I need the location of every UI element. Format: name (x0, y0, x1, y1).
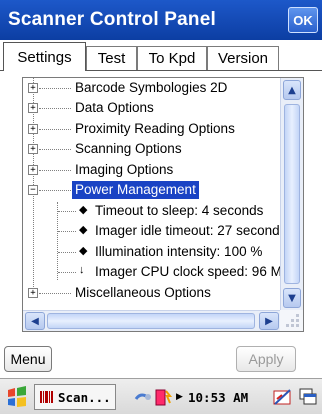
tab-to-kpd[interactable]: To Kpd (137, 46, 207, 70)
tree-item-label: Imager idle timeout: 27 seconds (95, 223, 281, 238)
tree-item-miscellaneous-options[interactable]: + Miscellaneous Options (23, 283, 281, 304)
tree-branch (39, 149, 71, 150)
tree-branch (58, 231, 76, 232)
tree-item-label: Imager CPU clock speed: 96 MHz (95, 264, 281, 279)
taskbar-app-button[interactable]: Scan... (34, 383, 116, 411)
expand-icon[interactable]: + (28, 144, 38, 154)
diamond-bullet-icon: ◆ (79, 245, 88, 257)
tree-item-scanning-options[interactable]: + Scanning Options (23, 139, 281, 160)
network-icon[interactable] (134, 383, 154, 411)
expand-icon[interactable]: + (28, 124, 38, 134)
tree-item-label: Imaging Options (75, 162, 174, 177)
horizontal-scroll-thumb[interactable] (47, 313, 255, 329)
apply-button[interactable]: Apply (236, 346, 296, 372)
scroll-right-icon[interactable]: ▶ (259, 312, 279, 330)
tree-child-timeout-to-sleep[interactable]: ◆ Timeout to sleep: 4 seconds (23, 201, 281, 222)
vertical-scrollbar[interactable]: ▲ ▼ (280, 78, 303, 311)
menu-button[interactable]: Menu (4, 346, 52, 372)
tree-branch (39, 108, 71, 109)
tree-item-power-management[interactable]: − Power Management (23, 180, 281, 201)
desktop-switch-icon[interactable] (298, 383, 318, 411)
tree-child-imager-cpu-clock[interactable]: ↓ Imager CPU clock speed: 96 MHz (23, 262, 281, 283)
tray-expand-icon[interactable]: ▶ (176, 383, 183, 411)
tree-item-label: Proximity Reading Options (75, 121, 235, 136)
tree-branch (58, 211, 76, 212)
tree-branch (58, 272, 76, 273)
tab-settings[interactable]: Settings (3, 42, 86, 71)
tree-branch (39, 190, 71, 191)
tree-branch (39, 170, 71, 171)
resize-grip-icon (280, 310, 303, 331)
tree-branch (39, 88, 71, 89)
scanner-app-button[interactable]: Scan... (34, 384, 116, 410)
tree-item-label: Miscellaneous Options (75, 285, 211, 300)
tree-item-label: Data Options (75, 100, 154, 115)
tree-item-imaging-options[interactable]: + Imaging Options (23, 160, 281, 181)
vertical-scroll-thumb[interactable] (284, 104, 300, 284)
settings-tree[interactable]: + Barcode Symbologies 2D + Data Options … (22, 77, 304, 332)
barcode-icon (40, 391, 53, 403)
ok-button[interactable]: OK (288, 7, 318, 33)
battery-icon[interactable] (154, 383, 172, 411)
expand-icon[interactable]: + (28, 165, 38, 175)
scroll-up-icon[interactable]: ▲ (283, 80, 301, 100)
tab-test[interactable]: Test (86, 46, 137, 70)
expand-icon[interactable]: + (28, 288, 38, 298)
tree-item-barcode-symbologies[interactable]: + Barcode Symbologies 2D (23, 78, 281, 99)
tree-item-data-options[interactable]: + Data Options (23, 98, 281, 119)
tree-item-label: Illumination intensity: 100 % (95, 244, 263, 259)
horizontal-scrollbar[interactable]: ◀ ▶ (23, 310, 281, 331)
collapse-icon[interactable]: − (28, 185, 38, 195)
tree-branch (39, 293, 71, 294)
tree-item-label: Timeout to sleep: 4 seconds (95, 203, 264, 218)
input-panel-icon[interactable] (272, 383, 294, 411)
title-bar: Scanner Control Panel OK (0, 0, 322, 40)
tree-child-imager-idle-timeout[interactable]: ◆ Imager idle timeout: 27 seconds (23, 221, 281, 242)
tree-branch (58, 252, 76, 253)
expand-icon[interactable]: + (28, 83, 38, 93)
taskbar: Scan... ▶ 10:53 AM (0, 378, 322, 414)
diamond-bullet-icon: ◆ (79, 224, 88, 236)
tab-strip: Settings Test To Kpd Version (0, 40, 322, 71)
app-label: Scan... (58, 389, 111, 405)
start-icon[interactable] (4, 383, 30, 411)
clock[interactable]: 10:53 AM (188, 390, 248, 405)
scroll-down-icon[interactable]: ▼ (283, 288, 301, 308)
window-title: Scanner Control Panel (8, 9, 216, 30)
expand-icon[interactable]: + (28, 103, 38, 113)
tree-item-label: Scanning Options (75, 141, 182, 156)
tree-child-illumination-intensity[interactable]: ◆ Illumination intensity: 100 % (23, 242, 281, 263)
scroll-left-icon[interactable]: ◀ (25, 312, 45, 330)
clock-area: 10:53 AM (188, 383, 248, 411)
tree-item-label: Barcode Symbologies 2D (75, 80, 228, 95)
tree-content: + Barcode Symbologies 2D + Data Options … (23, 78, 281, 311)
down-arrow-bullet-icon: ↓ (79, 264, 85, 276)
settings-panel: + Barcode Symbologies 2D + Data Options … (0, 71, 322, 372)
tab-version[interactable]: Version (207, 46, 279, 70)
tree-item-proximity-reading[interactable]: + Proximity Reading Options (23, 119, 281, 140)
diamond-bullet-icon: ◆ (79, 204, 88, 216)
tree-item-label-selected: Power Management (72, 181, 199, 199)
tree-branch (39, 129, 71, 130)
